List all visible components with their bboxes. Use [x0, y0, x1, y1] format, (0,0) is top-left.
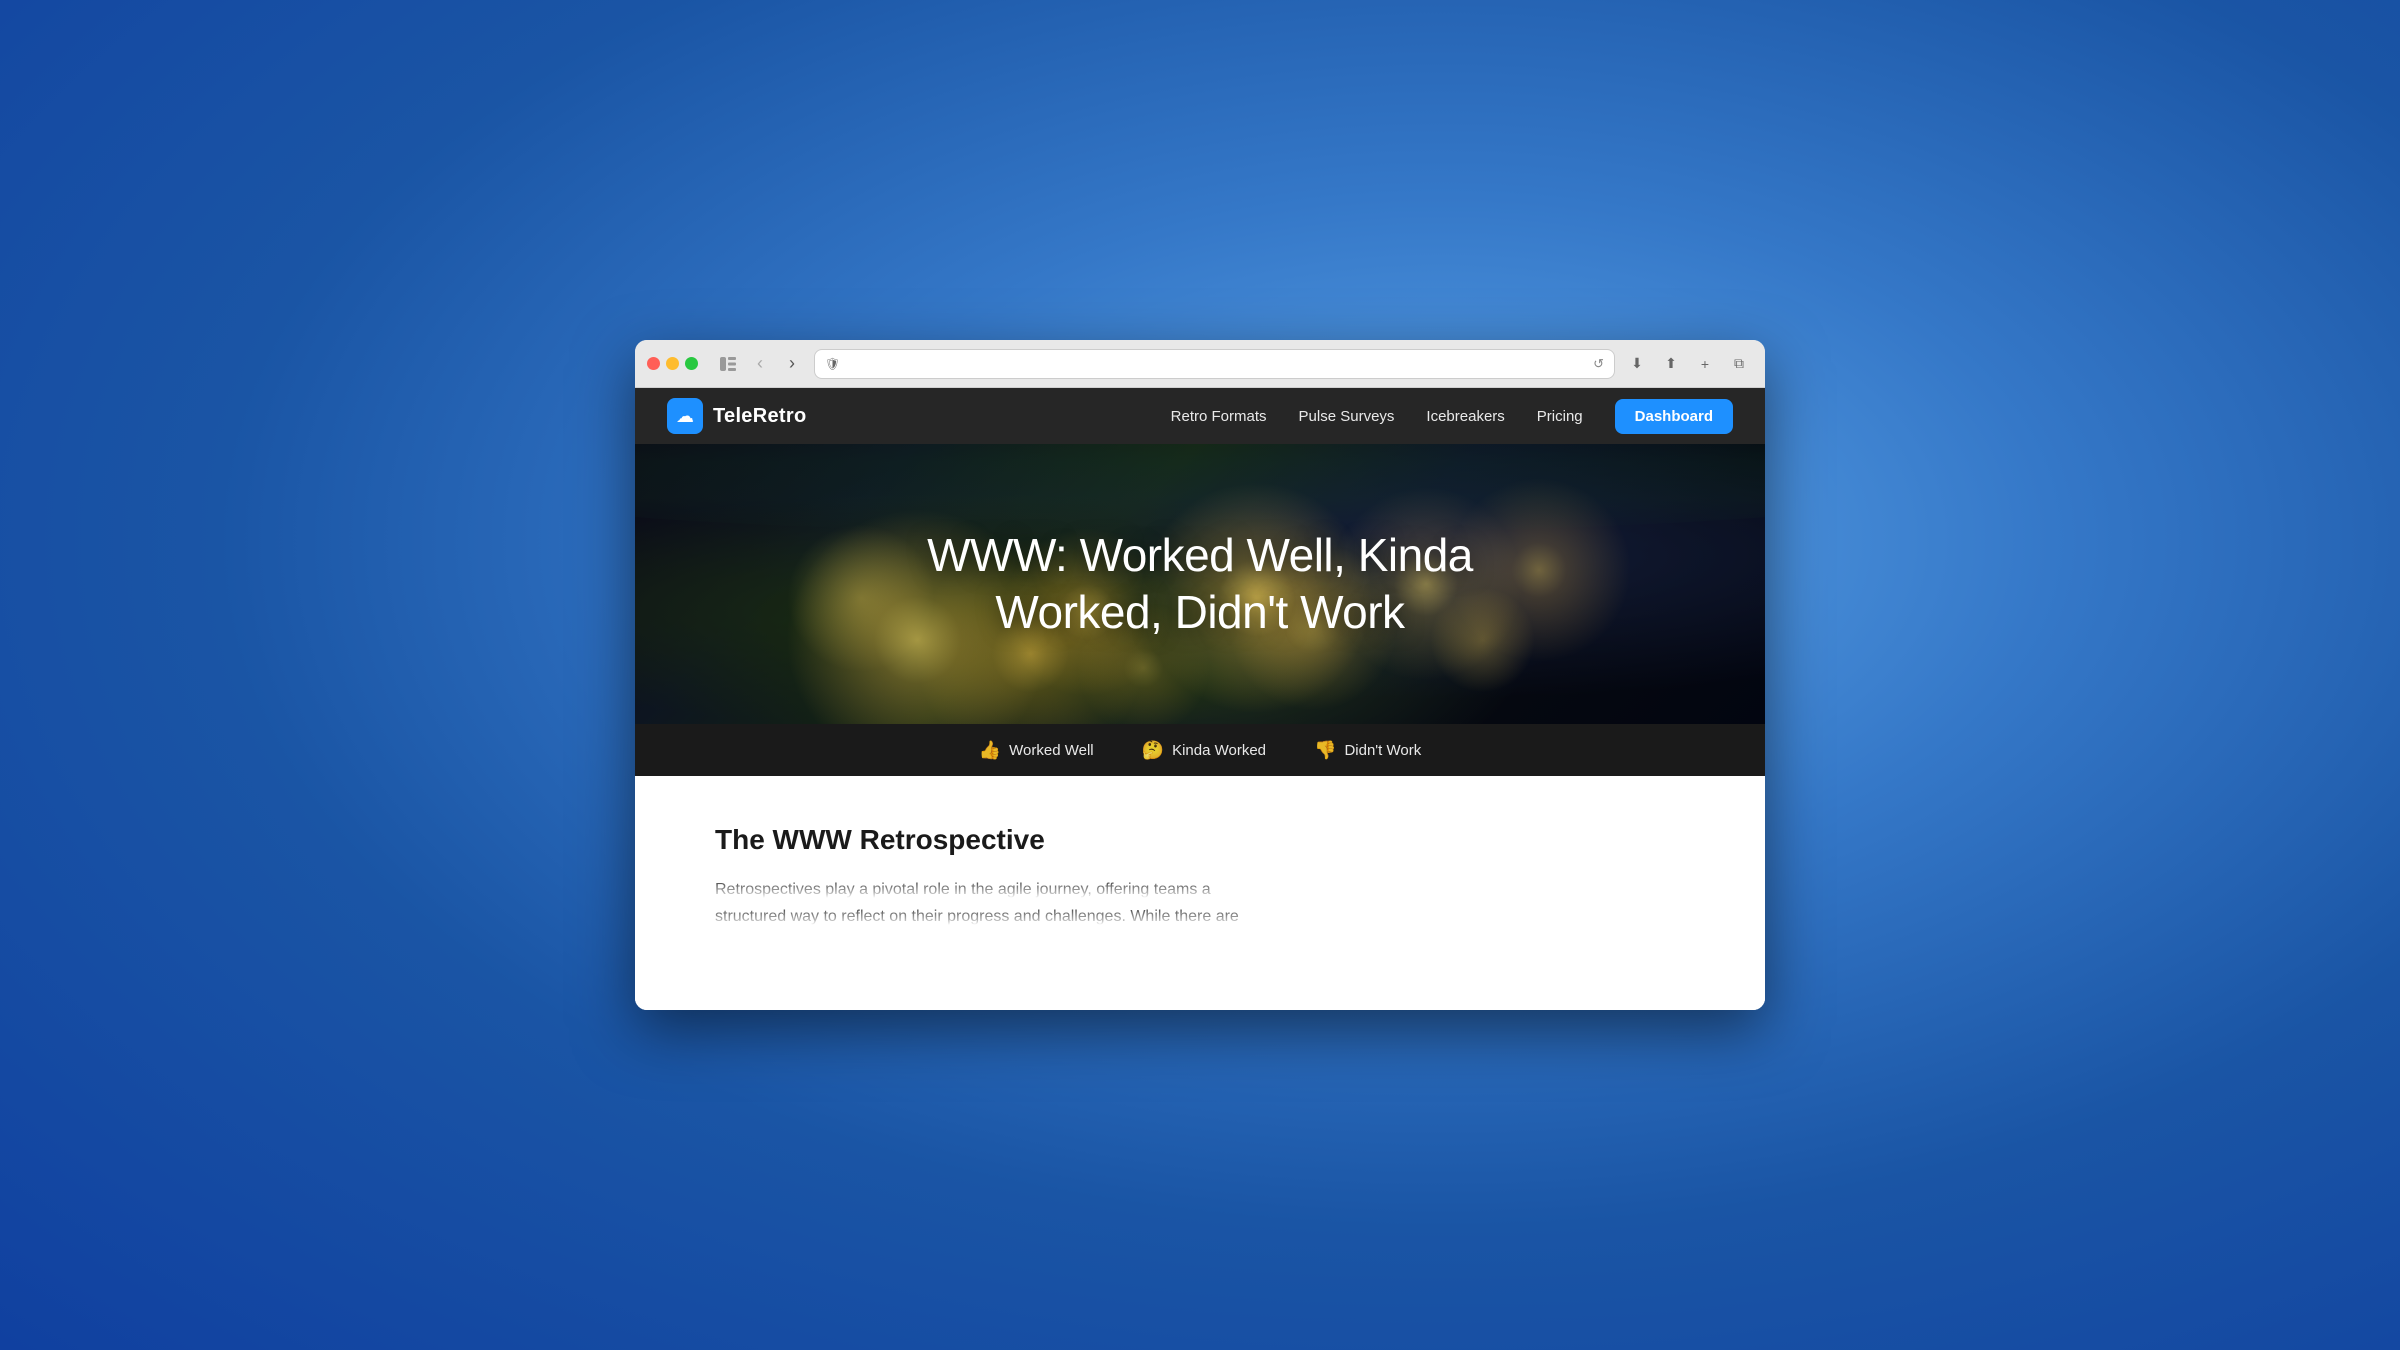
traffic-lights	[647, 357, 698, 370]
share-button[interactable]: ⬆	[1657, 350, 1685, 378]
logo-link[interactable]: ☁ TeleRetro	[667, 398, 806, 434]
tab-didnt-work[interactable]: 👎 Didn't Work	[1314, 740, 1421, 761]
reload-icon[interactable]: ↺	[1593, 356, 1604, 372]
tab-kinda-worked[interactable]: 🤔 Kinda Worked	[1142, 740, 1266, 761]
cloud-icon: ☁	[676, 406, 694, 427]
content-section: The WWW Retrospective Retrospectives pla…	[635, 776, 1765, 1010]
back-button[interactable]: ‹	[746, 350, 774, 378]
hero-section: WWW: Worked Well, Kinda Worked, Didn't W…	[635, 444, 1765, 724]
minimize-button[interactable]	[666, 357, 679, 370]
hero-title-line2: Worked, Didn't Work	[995, 586, 1404, 638]
nav-link-retro-formats[interactable]: Retro Formats	[1171, 408, 1267, 425]
tabs-strip: 👍 Worked Well 🤔 Kinda Worked 👎 Didn't Wo…	[635, 724, 1765, 776]
download-icon: ⬇	[1631, 355, 1643, 372]
back-icon: ‹	[757, 353, 763, 374]
website-content: ☁ TeleRetro Retro Formats Pulse Surveys …	[635, 388, 1765, 1010]
content-body-text: Retrospectives play a pivotal role in th…	[715, 881, 1239, 925]
tab-kinda-worked-label: Kinda Worked	[1172, 742, 1266, 759]
download-button[interactable]: ⬇	[1623, 350, 1651, 378]
content-body: Retrospectives play a pivotal role in th…	[715, 876, 1685, 930]
tab-worked-well[interactable]: 👍 Worked Well	[979, 740, 1094, 761]
nav-link-pricing[interactable]: Pricing	[1537, 408, 1583, 425]
logo-text: TeleRetro	[713, 405, 806, 428]
nav-links: Retro Formats Pulse Surveys Icebreakers …	[1171, 399, 1733, 434]
maximize-button[interactable]	[685, 357, 698, 370]
browser-actions: ⬇ ⬆ + ⧉	[1623, 350, 1753, 378]
desktop: ‹ › 🛡 ↺ ⬇ ⬆	[0, 0, 2400, 1350]
address-bar[interactable]: 🛡 ↺	[814, 349, 1615, 379]
logo-icon: ☁	[667, 398, 703, 434]
address-bar-container: 🛡 ↺	[814, 349, 1615, 379]
close-button[interactable]	[647, 357, 660, 370]
navigation: ☁ TeleRetro Retro Formats Pulse Surveys …	[635, 388, 1765, 444]
browser-chrome: ‹ › 🛡 ↺ ⬇ ⬆	[635, 340, 1765, 388]
thumbs-down-icon: 👎	[1314, 740, 1336, 761]
browser-controls: ‹ ›	[714, 350, 806, 378]
forward-button[interactable]: ›	[778, 350, 806, 378]
hero-content: WWW: Worked Well, Kinda Worked, Didn't W…	[887, 527, 1513, 642]
share-icon: ⬆	[1665, 355, 1677, 372]
tabs-overview-button[interactable]: ⧉	[1725, 350, 1753, 378]
dashboard-button[interactable]: Dashboard	[1615, 399, 1733, 434]
thinking-icon: 🤔	[1142, 740, 1164, 761]
tabs-icon: ⧉	[1734, 355, 1744, 372]
tab-didnt-work-label: Didn't Work	[1344, 742, 1421, 759]
hero-title: WWW: Worked Well, Kinda Worked, Didn't W…	[927, 527, 1473, 642]
hero-title-line1: WWW: Worked Well, Kinda	[927, 529, 1473, 581]
content-title: The WWW Retrospective	[715, 824, 1685, 856]
security-icon: 🛡	[825, 357, 840, 371]
new-tab-button[interactable]: +	[1691, 350, 1719, 378]
browser-window: ‹ › 🛡 ↺ ⬇ ⬆	[635, 340, 1765, 1010]
tab-worked-well-label: Worked Well	[1009, 742, 1093, 759]
thumbs-up-icon: 👍	[979, 740, 1001, 761]
atmosphere-overlay	[635, 444, 1765, 534]
nav-link-icebreakers[interactable]: Icebreakers	[1426, 408, 1504, 425]
plus-icon: +	[1701, 356, 1709, 372]
forward-icon: ›	[789, 353, 795, 374]
nav-link-pulse-surveys[interactable]: Pulse Surveys	[1299, 408, 1395, 425]
sidebar-toggle-button[interactable]	[714, 350, 742, 378]
